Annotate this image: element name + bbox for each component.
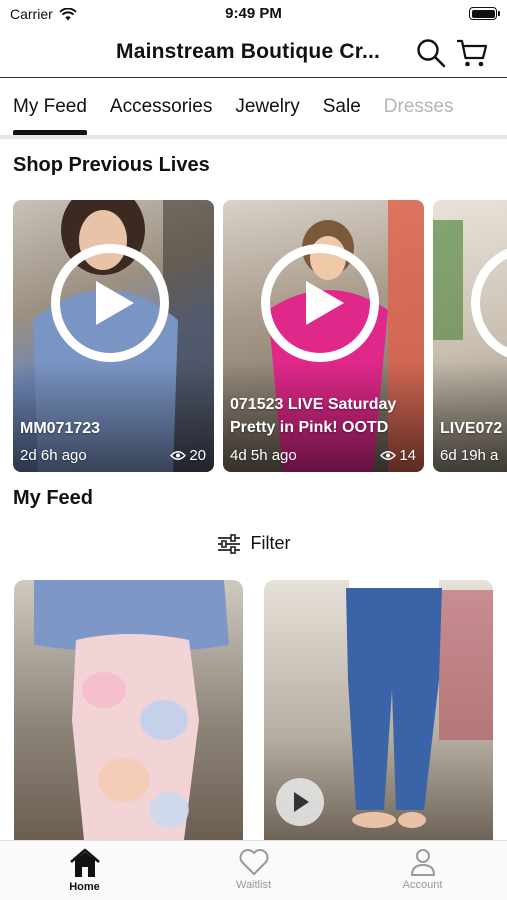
filter-button[interactable]: Filter [0,533,507,554]
live-age: 4d 5h ago [230,447,297,464]
previous-lives-carousel[interactable]: MM071723 2d 6h ago 20 071523 LIVE Saturd… [13,200,507,472]
live-title: MM071723 [20,420,101,437]
live-meta: 4d 5h ago 14 [230,447,416,464]
battery-icon [469,7,500,20]
play-button[interactable] [276,778,324,826]
category-tabs: My Feed Accessories Jewelry Sale Dresses [0,80,507,136]
search-icon[interactable] [415,37,447,69]
live-age: 6d 19h a [440,447,499,464]
play-button[interactable] [51,244,169,362]
tab-accessories[interactable]: Accessories [110,80,212,136]
feed-post-image [34,580,229,840]
eye-icon [380,451,397,460]
live-video-card[interactable]: LIVE072 6d 19h a [433,200,507,472]
tab-sale[interactable]: Sale [323,80,361,136]
live-meta: 2d 6h ago 20 [20,447,206,464]
home-icon [69,848,100,877]
live-title: 071523 LIVE Saturday Pretty in Pink! OOT… [230,396,397,436]
nav-home[interactable]: Home [0,841,169,900]
store-title: Mainstream Boutique Cr... [116,40,381,63]
status-time: 9:49 PM [225,5,282,22]
tab-my-feed[interactable]: My Feed [13,80,87,136]
nav-account-label: Account [402,879,443,891]
nav-waitlist-label: Waitlist [235,879,272,891]
live-video-card[interactable]: MM071723 2d 6h ago 20 [13,200,214,472]
play-button[interactable] [261,244,379,362]
filter-label: Filter [250,533,291,553]
nav-waitlist[interactable]: Waitlist [169,841,338,900]
view-count-value: 20 [189,447,206,464]
eye-icon [170,451,187,460]
sliders-icon [217,533,240,554]
cart-icon[interactable] [456,37,488,69]
previous-lives-heading: Shop Previous Lives [13,154,210,176]
tab-dresses[interactable]: Dresses [384,80,454,136]
view-count: 14 [380,447,416,464]
bottom-tab-bar: Home Waitlist Account [0,840,507,900]
tab-jewelry[interactable]: Jewelry [235,80,299,136]
tabs-divider [0,135,507,139]
feed-post-card[interactable] [264,580,493,840]
view-count: 20 [170,447,206,464]
status-bar: Carrier 9:49 PM [0,0,507,28]
feed-post-card[interactable] [14,580,243,840]
nav-home-label: Home [69,881,100,893]
my-feed-heading: My Feed [13,487,94,509]
nav-account[interactable]: Account [338,841,507,900]
account-icon [410,849,435,876]
live-meta: 6d 19h a [440,447,507,464]
live-age: 2d 6h ago [20,447,87,464]
live-title: LIVE072 [440,420,503,437]
live-video-card[interactable]: 071523 LIVE Saturday Pretty in Pink! OOT… [223,200,424,472]
heart-icon [239,849,268,875]
view-count-value: 14 [399,447,416,464]
app-header: Mainstream Boutique Cr... [0,28,507,78]
